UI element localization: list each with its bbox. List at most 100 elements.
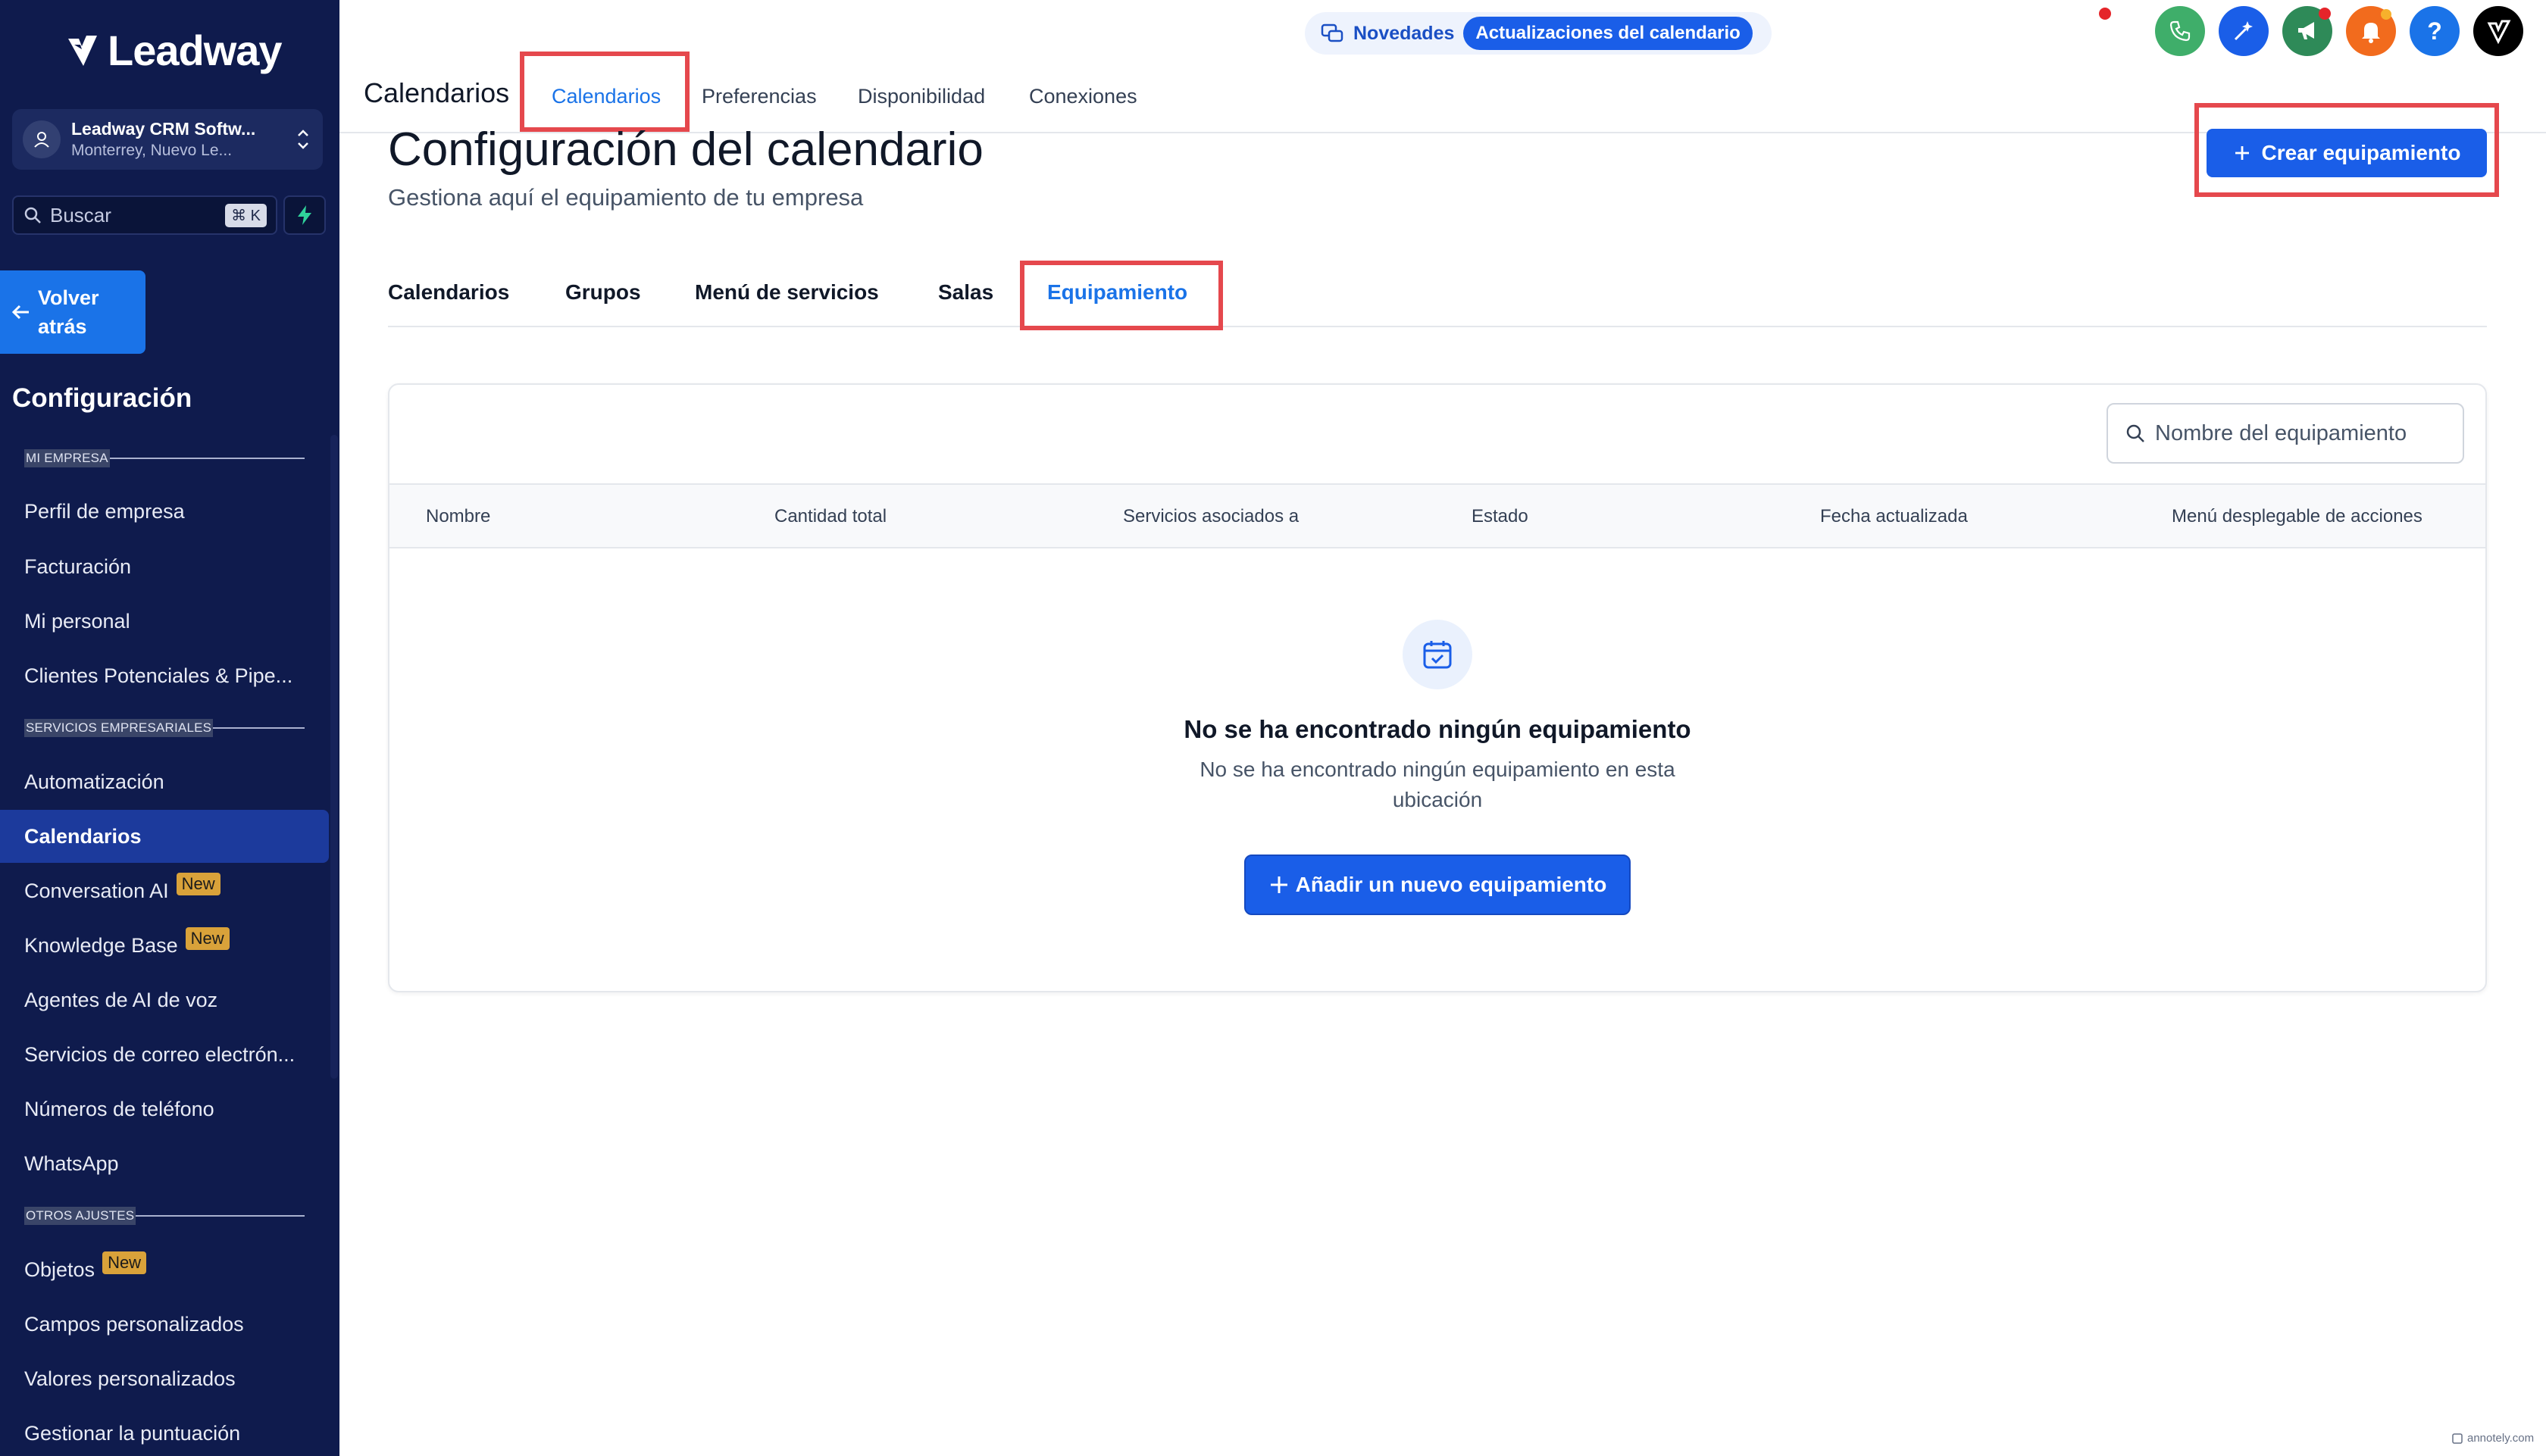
column-estado[interactable]: Estado — [1472, 506, 1528, 527]
arrow-left-icon — [11, 305, 29, 320]
tab-conexiones[interactable]: Conexiones — [1029, 85, 1137, 108]
logo[interactable]: Leadway — [64, 26, 283, 75]
subtab-grupos[interactable]: Grupos — [565, 280, 641, 305]
sidebar-search[interactable]: Buscar ⌘ K — [12, 195, 277, 235]
sidebar-item-calendarios[interactable]: Calendarios — [0, 810, 329, 863]
column-menu-acciones[interactable]: Menú desplegable de acciones — [2172, 506, 2422, 527]
equipment-search-input[interactable] — [2155, 420, 2428, 446]
profile-button[interactable] — [2473, 6, 2523, 56]
equipment-search[interactable] — [2107, 403, 2464, 464]
sidebar-item-valores-personalizados[interactable]: Valores personalizados — [0, 1352, 329, 1405]
top-bar-title: Calendarios — [364, 77, 510, 108]
tab-calendarios[interactable]: Calendarios — [552, 85, 661, 108]
novedades-banner[interactable]: Novedades Actualizaciones del calendario — [1305, 12, 1772, 55]
page-subtitle: Gestiona aquí el equipamiento de tu empr… — [388, 184, 864, 211]
sidebar-item-objetos[interactable]: Objetos New — [0, 1243, 329, 1296]
subtab-salas[interactable]: Salas — [938, 280, 993, 305]
help-icon: ? — [2427, 17, 2442, 45]
logo-text: Leadway — [108, 27, 283, 74]
account-location: Monterrey, Nuevo Le... — [71, 142, 233, 159]
calendar-updates-pill[interactable]: Actualizaciones del calendario — [1463, 17, 1753, 50]
page-title: Configuración del calendario — [388, 123, 984, 176]
search-label: Buscar — [50, 203, 111, 227]
magic-icon — [2234, 21, 2253, 41]
account-name: Leadway CRM Softw... — [71, 119, 256, 139]
subtab-equipamiento[interactable]: Equipamiento — [1047, 280, 1187, 305]
settings-title: Configuración — [12, 383, 192, 413]
new-badge: New — [185, 927, 230, 950]
sidebar-scrollbar[interactable] — [330, 435, 338, 1079]
create-equipment-button[interactable]: Crear equipamiento — [2207, 129, 2487, 177]
section-label: MI EMPRESA — [24, 449, 110, 467]
leadway-logo-icon — [68, 35, 97, 66]
empty-state-title: No se ha encontrado ningún equipamiento — [1184, 715, 1691, 743]
novedades-label: Novedades — [1353, 22, 1455, 44]
account-avatar — [23, 120, 61, 158]
plus-icon — [1270, 876, 1287, 893]
empty-state: No se ha encontrado ningún equipamiento … — [389, 620, 2485, 915]
column-cantidad-total[interactable]: Cantidad total — [774, 506, 887, 527]
sidebar-item-whatsapp[interactable]: WhatsApp — [0, 1137, 329, 1190]
sidebar-item-facturacion[interactable]: Facturación — [0, 540, 329, 593]
section-servicios: SERVICIOS EMPRESARIALES — [24, 718, 305, 738]
announcements-dot — [2319, 8, 2331, 20]
sidebar-item-clientes-potenciales[interactable]: Clientes Potenciales & Pipe... — [0, 649, 329, 702]
subtab-menu-servicios[interactable]: Menú de servicios — [695, 280, 879, 305]
news-icon — [1321, 23, 1343, 42]
section-label: SERVICIOS EMPRESARIALES — [24, 719, 214, 737]
table-header: Nombre Cantidad total Servicios asociado… — [389, 483, 2485, 548]
calendar-check-icon — [1423, 641, 1452, 669]
sidebar-item-gestionar-puntuacion[interactable]: Gestionar la puntuación — [0, 1407, 329, 1456]
new-badge: New — [102, 1251, 147, 1274]
add-equipment-label: Añadir un nuevo equipamiento — [1295, 873, 1607, 896]
user-logo-icon — [2487, 20, 2511, 45]
annotely-icon — [2452, 1433, 2463, 1444]
plus-icon — [2235, 146, 2249, 160]
sidebar-item-perfil-empresa[interactable]: Perfil de empresa — [0, 485, 329, 538]
search-shortcut: ⌘ K — [225, 203, 267, 227]
add-equipment-button[interactable]: Añadir un nuevo equipamiento — [1243, 855, 1631, 915]
back-label-line1: Volver — [38, 286, 99, 309]
phone-icon — [2169, 20, 2191, 42]
watermark: annotely.com — [2452, 1432, 2534, 1445]
sidebar-item-knowledge-base[interactable]: Knowledge Base New — [0, 919, 329, 972]
section-mi-empresa: MI EMPRESA — [24, 448, 305, 468]
sidebar-item-correo[interactable]: Servicios de correo electrón... — [0, 1028, 329, 1081]
create-equipment-label: Crear equipamiento — [2261, 141, 2461, 164]
quick-actions-button[interactable] — [283, 195, 326, 235]
empty-state-icon-wrap — [1403, 620, 1472, 689]
sub-tabs: Calendarios Grupos Menú de servicios Sal… — [388, 258, 2487, 327]
chevron-up-down-icon — [298, 130, 308, 149]
back-label-line2: atrás — [38, 315, 87, 338]
sidebar-item-agentes-ai-voz[interactable]: Agentes de AI de voz — [0, 973, 329, 1026]
account-switcher[interactable]: Leadway CRM Softw... Monterrey, Nuevo Le… — [12, 109, 323, 170]
bolt-icon — [298, 205, 311, 225]
section-otros-ajustes: OTROS AJUSTES — [24, 1206, 305, 1226]
sidebar-item-automatizacion[interactable]: Automatización — [0, 755, 329, 808]
new-badge: New — [176, 873, 221, 895]
search-icon — [2126, 424, 2144, 442]
sidebar-item-mi-personal[interactable]: Mi personal — [0, 595, 329, 648]
watermark-text: annotely.com — [2467, 1432, 2535, 1445]
phone-button[interactable] — [2155, 6, 2205, 56]
megaphone-icon — [2298, 22, 2314, 39]
tab-disponibilidad[interactable]: Disponibilidad — [858, 85, 985, 108]
sidebar-item-campos-personalizados[interactable]: Campos personalizados — [0, 1298, 329, 1351]
help-button[interactable]: ? — [2410, 6, 2460, 56]
sidebar-item-numeros-telefono[interactable]: Números de teléfono — [0, 1083, 329, 1136]
sidebar-item-conversation-ai[interactable]: Conversation AI New — [0, 864, 329, 917]
equipment-table-card: Nombre Cantidad total Servicios asociado… — [388, 383, 2487, 992]
building-icon — [34, 132, 49, 148]
back-button[interactable]: Volver atrás — [0, 270, 145, 354]
sidebar: Leadway Leadway CRM Softw... Monterrey, … — [0, 0, 339, 1456]
ai-assistant-button[interactable] — [2219, 6, 2269, 56]
empty-state-description: No se ha encontrado ningún equipamiento … — [1199, 758, 1675, 811]
section-label: OTROS AJUSTES — [24, 1207, 136, 1225]
column-fecha-actualizada[interactable]: Fecha actualizada — [1820, 506, 1968, 527]
column-servicios-asociados[interactable]: Servicios asociados a — [1123, 506, 1299, 527]
subtab-calendarios[interactable]: Calendarios — [388, 280, 509, 305]
tab-preferencias[interactable]: Preferencias — [702, 85, 817, 108]
search-icon — [24, 207, 41, 223]
bell-icon — [2362, 23, 2380, 43]
column-nombre[interactable]: Nombre — [426, 506, 490, 527]
